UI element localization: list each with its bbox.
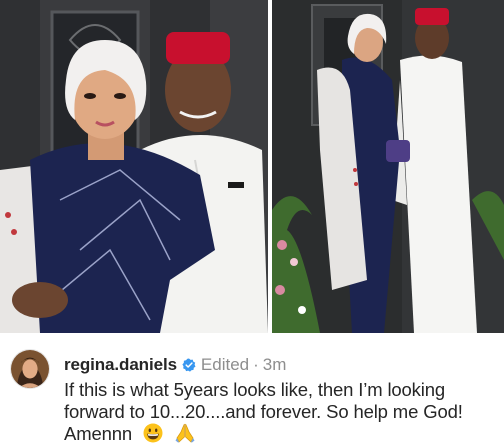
caption-line: Amennn	[64, 423, 133, 444]
verified-badge-icon	[182, 358, 196, 372]
username-link[interactable]: regina.daniels	[64, 355, 177, 375]
separator-dot: ·	[253, 355, 259, 374]
post-caption-block: regina.daniels Edited · 3m If this is wh…	[0, 333, 504, 445]
couple-fullbody-photo[interactable]	[272, 0, 504, 333]
post-timestamp: 3m	[262, 355, 287, 374]
post-photo-collage	[0, 0, 504, 333]
avatar[interactable]	[10, 349, 50, 389]
post-meta-line: regina.daniels Edited · 3m	[64, 354, 286, 376]
caption-line: If this is what 5years looks like, then …	[64, 379, 446, 400]
caption-text: If this is what 5years looks like, then …	[64, 379, 500, 445]
folded-hands-emoji-icon	[174, 423, 196, 443]
couple-closeup-photo[interactable]	[0, 0, 268, 333]
edited-label: Edited	[200, 355, 250, 374]
caption-line-last: Amennn	[64, 423, 500, 445]
grinning-face-emoji-icon	[143, 423, 163, 443]
caption-line: forward to 10...20....and forever. So he…	[64, 401, 463, 422]
